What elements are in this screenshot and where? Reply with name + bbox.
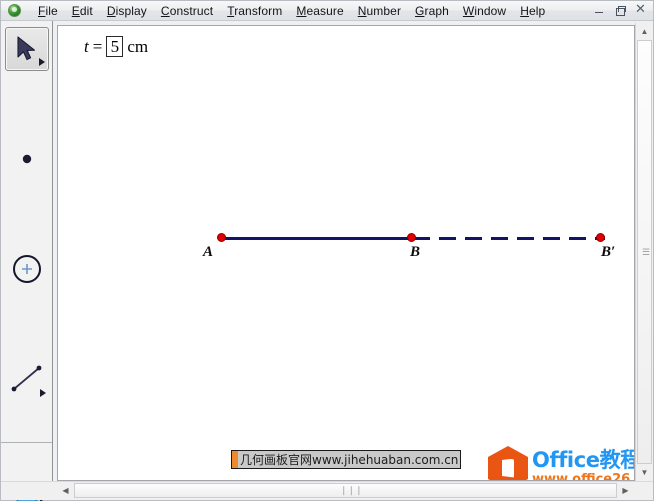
circle-plus-icon	[13, 254, 41, 283]
tool-palette: A	[1, 21, 53, 501]
watermark-textbox[interactable]: 几何画板官网www.jihehuaban.com.cn	[231, 450, 462, 469]
office-tutorial-logo: Office教程网 www.office26.com	[488, 446, 635, 481]
menu-item-help[interactable]: Help	[513, 2, 552, 20]
point-a[interactable]	[217, 233, 226, 242]
segment-b-bprime[interactable]	[413, 237, 605, 240]
measurement-equals: =	[92, 36, 103, 56]
menu-item-window[interactable]: Window	[456, 2, 513, 20]
menu-item-file[interactable]: File	[31, 2, 65, 20]
vertical-scrollbar[interactable]: ▲ ☰ ▼	[635, 23, 652, 481]
watermark-text: 几何画板官网www.jihehuaban.com.cn	[240, 452, 459, 467]
sketch-canvas[interactable]: t = 5 cm A B B′ 几何画板官网www.jihehuaban.com…	[57, 25, 635, 481]
tool-arrow-select[interactable]	[1, 21, 53, 76]
measurement-label[interactable]: t = 5 cm	[84, 36, 148, 57]
measurement-variable: t	[84, 36, 89, 56]
arrow-cursor-icon	[17, 35, 36, 60]
line-segment-icon	[11, 365, 42, 391]
measurement-value-field[interactable]: 5	[106, 36, 124, 57]
tool-point[interactable]	[1, 131, 53, 186]
point-b-prime[interactable]	[596, 233, 605, 242]
flyout-triangle-icon[interactable]	[39, 57, 45, 66]
sketchpad-window: File Edit Display Construct Transform Me…	[0, 0, 654, 501]
scrollbar-corner	[635, 482, 652, 499]
scroll-down-button[interactable]: ▼	[636, 464, 653, 481]
menu-item-measure[interactable]: Measure	[289, 2, 350, 20]
scroll-up-button[interactable]: ▲	[636, 23, 653, 40]
menu-item-construct[interactable]: Construct	[154, 2, 220, 20]
office-brand-line: Office教程网	[532, 448, 634, 472]
office-brand-cn: 教程网	[599, 448, 634, 472]
segment-ab[interactable]	[222, 237, 418, 240]
point-b[interactable]	[407, 233, 416, 242]
window-controls: ✕	[588, 2, 651, 18]
measurement-unit: cm	[127, 36, 149, 56]
menu-bar: File Edit Display Construct Transform Me…	[1, 1, 653, 21]
menu-item-number[interactable]: Number	[351, 2, 408, 20]
menu-item-edit[interactable]: Edit	[65, 2, 100, 20]
menu-items: File Edit Display Construct Transform Me…	[31, 2, 552, 20]
office-url: www.office26.com	[532, 472, 635, 481]
close-button[interactable]: ✕	[630, 2, 651, 18]
horizontal-thumb-grip: ❘❘❘	[340, 485, 363, 495]
horizontal-scroll-thumb[interactable]: ❘❘❘	[74, 483, 617, 498]
menu-item-display[interactable]: Display	[100, 2, 154, 20]
vertical-thumb-grip: ☰	[642, 247, 651, 257]
menu-item-transform[interactable]: Transform	[220, 2, 289, 20]
label-point-a[interactable]: A	[203, 244, 213, 261]
point-dot-icon	[22, 154, 32, 163]
office-logo-text: Office教程网 www.office26.com	[532, 448, 635, 481]
app-icon	[4, 2, 24, 20]
label-point-b-prime[interactable]: B′	[601, 244, 615, 261]
office-brand: Office	[532, 448, 600, 472]
menu-item-graph[interactable]: Graph	[408, 2, 456, 20]
tool-straightedge[interactable]	[1, 351, 53, 406]
geometers-sketchpad-icon	[7, 4, 21, 17]
label-point-b[interactable]: B	[410, 244, 420, 261]
minimize-button[interactable]	[588, 2, 609, 18]
scroll-right-button[interactable]: ▶	[617, 482, 634, 499]
horizontal-scrollbar[interactable]: ◀ ❘❘❘ ▶	[57, 482, 634, 499]
office-hex-icon	[488, 446, 528, 480]
tool-compass[interactable]	[1, 241, 53, 296]
restore-button[interactable]	[609, 2, 630, 18]
scroll-left-button[interactable]: ◀	[57, 482, 74, 499]
vertical-scroll-thumb[interactable]: ☰	[637, 40, 652, 464]
flyout-triangle-icon[interactable]	[40, 388, 46, 397]
